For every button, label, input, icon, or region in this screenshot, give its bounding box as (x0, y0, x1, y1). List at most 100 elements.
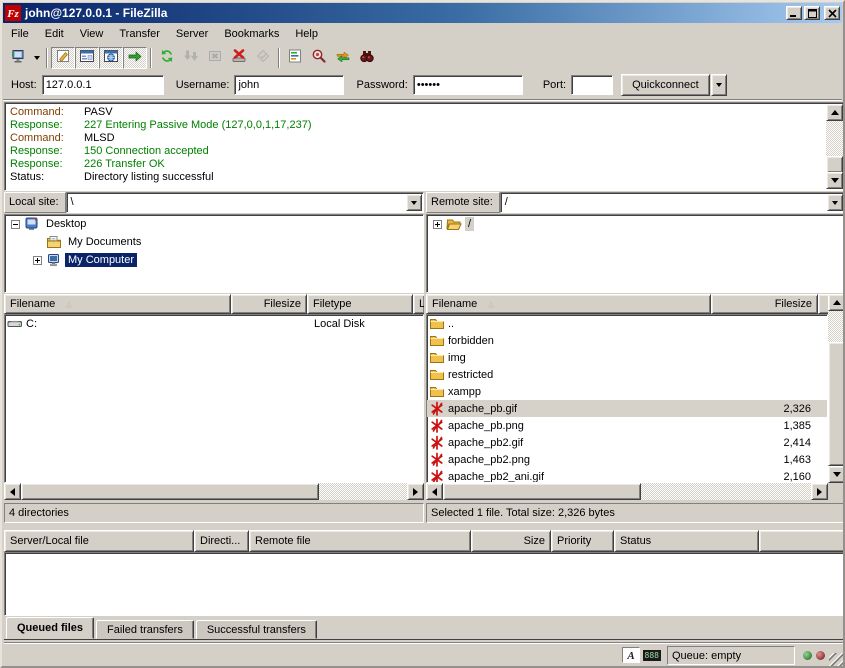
menu-help[interactable]: Help (287, 26, 326, 42)
folder-icon (429, 384, 445, 400)
file-name: apache_pb2.png (448, 454, 530, 466)
file-row[interactable]: apache_pb2.gif2,414 (427, 434, 827, 451)
tree-item-my-computer[interactable]: My Computer (5, 251, 423, 269)
site-manager-dropdown-button[interactable] (30, 47, 43, 69)
quickconnect-dropdown-button[interactable] (711, 74, 727, 96)
menu-file[interactable]: File (3, 26, 37, 42)
remote-scroll-left[interactable] (426, 483, 443, 500)
remote-scroll-down[interactable] (828, 466, 845, 483)
log-line-label: Response: (10, 158, 84, 171)
remote-hscrollbar[interactable] (426, 483, 828, 500)
log-scroll-down[interactable] (826, 172, 843, 189)
local-scroll-left[interactable] (4, 483, 21, 500)
file-search-button[interactable] (355, 47, 379, 69)
file-row[interactable]: apache_pb2.png 1,463 (427, 451, 827, 468)
log-scroll-thumb[interactable] (826, 156, 843, 173)
tree-expander-icon[interactable] (11, 220, 20, 229)
remote-scroll-right[interactable] (811, 483, 828, 500)
directory-comparison-button[interactable] (307, 47, 331, 69)
file-name: xampp (448, 386, 481, 398)
local-pane: Local site: \ DesktopMy DocumentsMy Comp… (4, 192, 424, 524)
column-header-server-local-file[interactable]: Server/Local file (4, 530, 194, 552)
file-row[interactable]: C:Local Disk (5, 315, 423, 332)
local-hscrollbar[interactable] (4, 483, 424, 500)
menu-bookmarks[interactable]: Bookmarks (216, 26, 287, 42)
menu-edit[interactable]: Edit (37, 26, 72, 42)
column-header-status[interactable]: Status (614, 530, 759, 552)
app-icon: Fz (5, 5, 21, 21)
column-header-filesize[interactable]: Filesize (231, 294, 307, 314)
toggle-local-tree-button[interactable] (75, 47, 99, 69)
minimize-button[interactable] (786, 6, 802, 20)
site-manager-button[interactable] (6, 47, 30, 69)
local-site-dropdown-button[interactable] (406, 194, 422, 211)
tree-expander-icon[interactable] (433, 220, 442, 229)
local-file-list: C:Local Disk (4, 314, 424, 483)
file-row[interactable]: apache_pb.png1,385 (427, 417, 827, 434)
toggle-message-log-button[interactable] (51, 47, 75, 69)
speed-limit-icon[interactable]: 888 (643, 650, 661, 661)
file-row[interactable]: restricted (427, 366, 827, 383)
tab-failed-transfers[interactable]: Failed transfers (96, 620, 194, 639)
log-scrollbar[interactable] (826, 104, 843, 189)
remote-site-label: Remote site: (426, 192, 500, 213)
remote-site-combo[interactable]: / (500, 192, 845, 213)
username-input[interactable] (234, 75, 344, 95)
log-line: Status:Directory listing successful (10, 171, 826, 184)
tree-item-desktop[interactable]: Desktop (5, 215, 423, 233)
tab-queued-files[interactable]: Queued files (6, 617, 94, 639)
remote-vscroll-thumb[interactable] (828, 342, 845, 466)
log-line: Command:PASV (10, 106, 826, 119)
remote-hscroll-thumb[interactable] (443, 483, 641, 500)
file-row[interactable]: apache_pb2_ani.gif2,160 (427, 468, 827, 483)
resize-grip[interactable] (829, 653, 843, 667)
title-bar: Fz john@127.0.0.1 - FileZilla (3, 3, 842, 23)
quickconnect-button[interactable]: Quickconnect (621, 74, 710, 96)
file-row[interactable]: img (427, 349, 827, 366)
column-header-filename[interactable]: Filename (426, 294, 711, 314)
local-hscroll-thumb[interactable] (21, 483, 319, 500)
column-header-filetype[interactable]: Filetype (307, 294, 413, 314)
tree-expander-icon[interactable] (33, 256, 42, 265)
maximize-button[interactable] (804, 6, 820, 20)
tree-item-my-documents[interactable]: My Documents (5, 233, 423, 251)
column-header-directi-[interactable]: Directi... (194, 530, 249, 552)
column-header-remote-file[interactable]: Remote file (249, 530, 471, 552)
directory-listing-filters-button[interactable] (283, 47, 307, 69)
column-header-size[interactable]: Size (471, 530, 551, 552)
remote-vscrollbar[interactable] (828, 294, 845, 483)
tab-successful-transfers[interactable]: Successful transfers (196, 620, 317, 639)
disconnect-button[interactable] (227, 47, 251, 69)
port-input[interactable] (571, 75, 613, 95)
file-row[interactable]: .. (427, 315, 827, 332)
synchronized-browsing-button[interactable] (331, 47, 355, 69)
column-header-priority[interactable]: Priority (551, 530, 614, 552)
local-site-combo[interactable]: \ (66, 192, 424, 213)
column-header-filename[interactable]: Filename (4, 294, 231, 314)
menu-view[interactable]: View (72, 26, 112, 42)
svg-text:A: A (626, 650, 634, 661)
refresh-button[interactable] (155, 47, 179, 69)
tree-item--[interactable]: / (427, 215, 844, 233)
chevron-down-icon (34, 56, 40, 60)
menu-transfer[interactable]: Transfer (111, 26, 168, 42)
toggle-remote-tree-button[interactable] (99, 47, 123, 69)
host-input[interactable] (42, 75, 164, 95)
file-row[interactable]: forbidden (427, 332, 827, 349)
file-row[interactable]: xampp (427, 383, 827, 400)
remote-scroll-up[interactable] (828, 294, 845, 311)
menu-server[interactable]: Server (168, 26, 216, 42)
local-scroll-right[interactable] (407, 483, 424, 500)
password-input[interactable] (413, 75, 523, 95)
remote-site-dropdown-button[interactable] (827, 194, 843, 211)
toggle-transfer-queue-button[interactable] (123, 47, 147, 69)
folder-icon (429, 350, 445, 366)
file-row[interactable]: apache_pb.gif2,326 (427, 400, 827, 417)
close-button[interactable] (824, 6, 840, 20)
column-header-l[interactable]: L (413, 294, 424, 314)
column-header-filesize[interactable]: Filesize (711, 294, 818, 314)
transfer-type-icon[interactable]: A (622, 647, 640, 663)
file-size: 1,463 (712, 454, 811, 466)
log-scroll-up[interactable] (826, 104, 843, 121)
toolbar-separator (278, 48, 280, 68)
